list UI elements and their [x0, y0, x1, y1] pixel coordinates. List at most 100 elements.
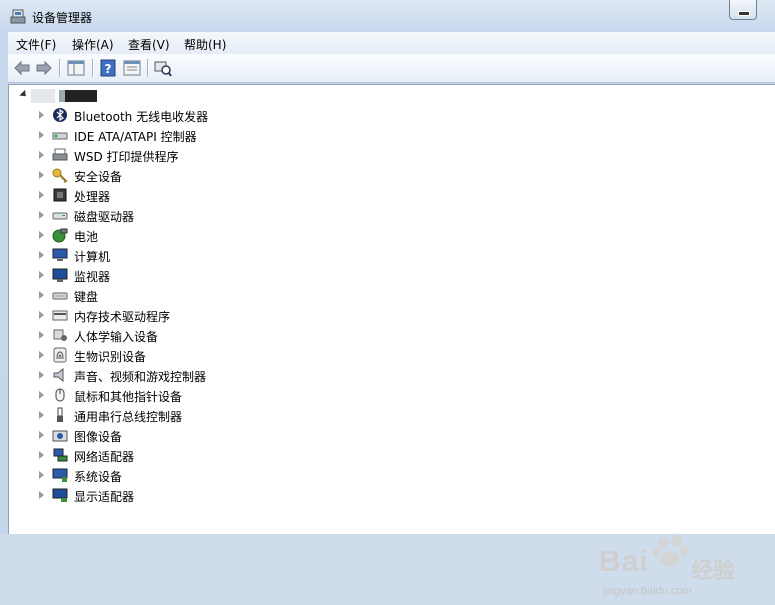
forward-arrow-icon[interactable]: [34, 58, 54, 78]
speaker-icon: [53, 367, 64, 383]
battery-icon: [52, 228, 68, 243]
monitor-icon: [52, 268, 68, 282]
show-hide-tree-icon[interactable]: [66, 58, 86, 78]
tree-item-label: 声音、视频和游戏控制器: [74, 370, 207, 384]
tree-item-label: 内存技术驱动程序: [74, 310, 171, 324]
ide-controller-icon: [52, 132, 68, 140]
keyboard-icon: [52, 292, 68, 300]
processor-icon: [53, 188, 67, 202]
expand-arrow-icon[interactable]: [39, 231, 44, 239]
tree-item[interactable]: 网络适配器: [39, 445, 339, 465]
tree-item[interactable]: Bluetooth 无线电收发器: [39, 105, 339, 125]
window-title: 设备管理器: [32, 11, 93, 25]
expand-arrow-icon[interactable]: [39, 131, 44, 139]
expand-arrow-icon[interactable]: [39, 151, 44, 159]
tree-item[interactable]: 系统设备: [39, 465, 339, 485]
tree-item-label: WSD 打印提供程序: [74, 150, 179, 164]
svg-text:?: ?: [105, 62, 112, 76]
tree-item-label: 通用串行总线控制器: [74, 410, 183, 424]
key-icon: [52, 168, 68, 183]
tree-item[interactable]: WSD 打印提供程序: [39, 145, 339, 165]
menu-file[interactable]: 文件(F): [12, 36, 60, 53]
computer-name[interactable]: [31, 89, 97, 103]
tree-item-label: 安全设备: [74, 170, 123, 184]
tree-item[interactable]: 处理器: [39, 185, 339, 205]
tree-item-label: IDE ATA/ATAPI 控制器: [74, 130, 197, 144]
tree-item[interactable]: 图像设备: [39, 425, 339, 445]
tree-item[interactable]: 监视器: [39, 265, 339, 285]
menu-bar: 文件(F) 操作(A) 查看(V) 帮助(H): [8, 32, 775, 54]
tree-item[interactable]: 电池: [39, 225, 339, 245]
expand-arrow-icon[interactable]: [39, 171, 44, 179]
title-bar[interactable]: 设备管理器: [0, 0, 775, 32]
camera-icon: [52, 430, 68, 442]
tree-item-label: 显示适配器: [74, 490, 135, 504]
tree-item-label: 生物识别设备: [74, 350, 147, 364]
tree-item-label: 键盘: [74, 290, 99, 304]
tree-item[interactable]: 生物识别设备: [39, 345, 339, 365]
menu-action[interactable]: 操作(A): [68, 36, 118, 53]
tree-item[interactable]: 通用串行总线控制器: [39, 405, 339, 425]
menu-help[interactable]: 帮助(H): [180, 36, 230, 53]
expand-arrow-icon[interactable]: [39, 211, 44, 219]
expand-arrow-icon[interactable]: [39, 411, 44, 419]
expand-arrow-icon[interactable]: [39, 451, 44, 459]
printer-icon: [52, 148, 68, 161]
expand-arrow-icon[interactable]: [39, 491, 44, 499]
expand-arrow-icon[interactable]: [39, 311, 44, 319]
device-manager-icon: [10, 9, 26, 24]
expand-arrow-icon[interactable]: [39, 331, 44, 339]
watermark-brand: Bai: [599, 545, 649, 578]
paw-logo-icon: [653, 535, 688, 567]
watermark-jingyan: 经验: [691, 559, 736, 584]
tree-item[interactable]: 声音、视频和游戏控制器: [39, 365, 339, 385]
memory-icon: [52, 310, 68, 321]
fingerprint-icon: [53, 347, 67, 363]
bluetooth-icon: [53, 108, 67, 122]
tree-item[interactable]: 内存技术驱动程序: [39, 305, 339, 325]
tree-item-label: 图像设备: [74, 430, 123, 444]
tree-item[interactable]: 键盘: [39, 285, 339, 305]
tree-item[interactable]: 鼠标和其他指针设备: [39, 385, 339, 405]
tree-item-label: 处理器: [74, 190, 111, 204]
expand-arrow-icon[interactable]: [39, 391, 44, 399]
tree-item[interactable]: 计算机: [39, 245, 339, 265]
display-adapter-icon: [52, 488, 68, 502]
usb-icon: [57, 407, 63, 422]
tree-item-label: 磁盘驱动器: [74, 210, 135, 224]
menu-view[interactable]: 查看(V): [124, 36, 174, 53]
expand-arrow-icon[interactable]: [39, 291, 44, 299]
tree-item[interactable]: 安全设备: [39, 165, 339, 185]
back-arrow-icon[interactable]: [12, 58, 32, 78]
hid-icon: [53, 329, 67, 341]
tree-item[interactable]: 磁盘驱动器: [39, 205, 339, 225]
expand-arrow-icon[interactable]: [39, 191, 44, 199]
root-collapse-arrow-icon[interactable]: [19, 89, 29, 100]
device-tree[interactable]: Bluetooth 无线电收发器 IDE ATA/ATAPI 控制器 WSD 打印提…: [8, 84, 775, 597]
mouse-icon: [55, 388, 65, 402]
tree-item-label: Bluetooth 无线电收发器: [74, 110, 209, 124]
scan-hardware-icon[interactable]: [153, 58, 173, 78]
tree-item-label: 网络适配器: [74, 450, 135, 464]
expand-arrow-icon[interactable]: [39, 351, 44, 359]
help-icon[interactable]: ?: [98, 58, 118, 78]
expand-arrow-icon[interactable]: [39, 371, 44, 379]
tree-item[interactable]: 显示适配器: [39, 485, 339, 505]
expand-arrow-icon[interactable]: [39, 471, 44, 479]
baidu-watermark: Bai 经验 jingyan.baidu.com: [599, 535, 769, 605]
expand-arrow-icon[interactable]: [39, 271, 44, 279]
properties-icon[interactable]: [122, 58, 142, 78]
device-manager-window: 设备管理器 文件(F) 操作(A) 查看(V) 帮助(H) ? Bluetoot…: [0, 0, 775, 597]
expand-arrow-icon[interactable]: [39, 111, 44, 119]
minimize-button[interactable]: [729, 0, 757, 20]
network-icon: [53, 448, 68, 462]
tree-item-label: 人体学输入设备: [74, 330, 159, 344]
expand-arrow-icon[interactable]: [39, 251, 44, 259]
tree-item-label: 电池: [74, 230, 99, 244]
tree-item[interactable]: IDE ATA/ATAPI 控制器: [39, 125, 339, 145]
expand-arrow-icon[interactable]: [39, 431, 44, 439]
toolbar: ?: [8, 54, 775, 83]
disk-drive-icon: [52, 212, 68, 220]
tree-item[interactable]: 人体学输入设备: [39, 325, 339, 345]
system-icon: [52, 468, 68, 482]
